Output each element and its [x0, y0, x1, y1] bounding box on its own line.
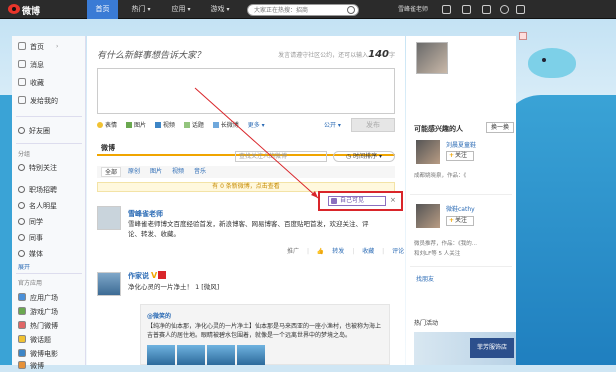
recommend-header: 可能感兴趣的人 — [414, 125, 463, 133]
ad-title: 热门活动 — [414, 320, 439, 327]
follow-label: 关注 — [455, 217, 468, 224]
plus-icon: + — [449, 217, 455, 224]
right-column: 可能感兴趣的人 换一换 刘晨夏童鞋 +关注 成都姚晓泉，作品：《 微鞋cathy… — [406, 36, 516, 365]
avatar[interactable] — [416, 140, 440, 164]
user-avatar[interactable] — [416, 42, 448, 74]
recommend-note: 和刘LF等 5 人关注 — [414, 251, 461, 257]
divider — [410, 266, 512, 267]
follow-button[interactable]: +关注 — [446, 151, 474, 161]
annotation-arrow — [194, 87, 319, 199]
plus-icon: + — [449, 152, 455, 159]
recommend-name[interactable]: 刘晨夏童鞋 — [446, 140, 476, 149]
avatar[interactable] — [416, 204, 440, 228]
change-button[interactable]: 换一换 — [486, 122, 514, 133]
recommend-note: 成都姚晓泉，作品：《 — [414, 173, 467, 179]
ad-text: 菲芳服饰店 — [470, 338, 514, 358]
follow-label: 关注 — [455, 152, 468, 159]
ad-banner[interactable]: 菲芳服饰店 — [414, 332, 516, 365]
divider — [410, 194, 512, 195]
follow-button[interactable]: +关注 — [446, 216, 474, 226]
recommend-name[interactable]: 微鞋cathy — [446, 204, 475, 213]
find-friends-link[interactable]: 找朋友 — [416, 274, 434, 283]
recommend-note: 微员推荐，作品：《我的... — [414, 241, 477, 247]
